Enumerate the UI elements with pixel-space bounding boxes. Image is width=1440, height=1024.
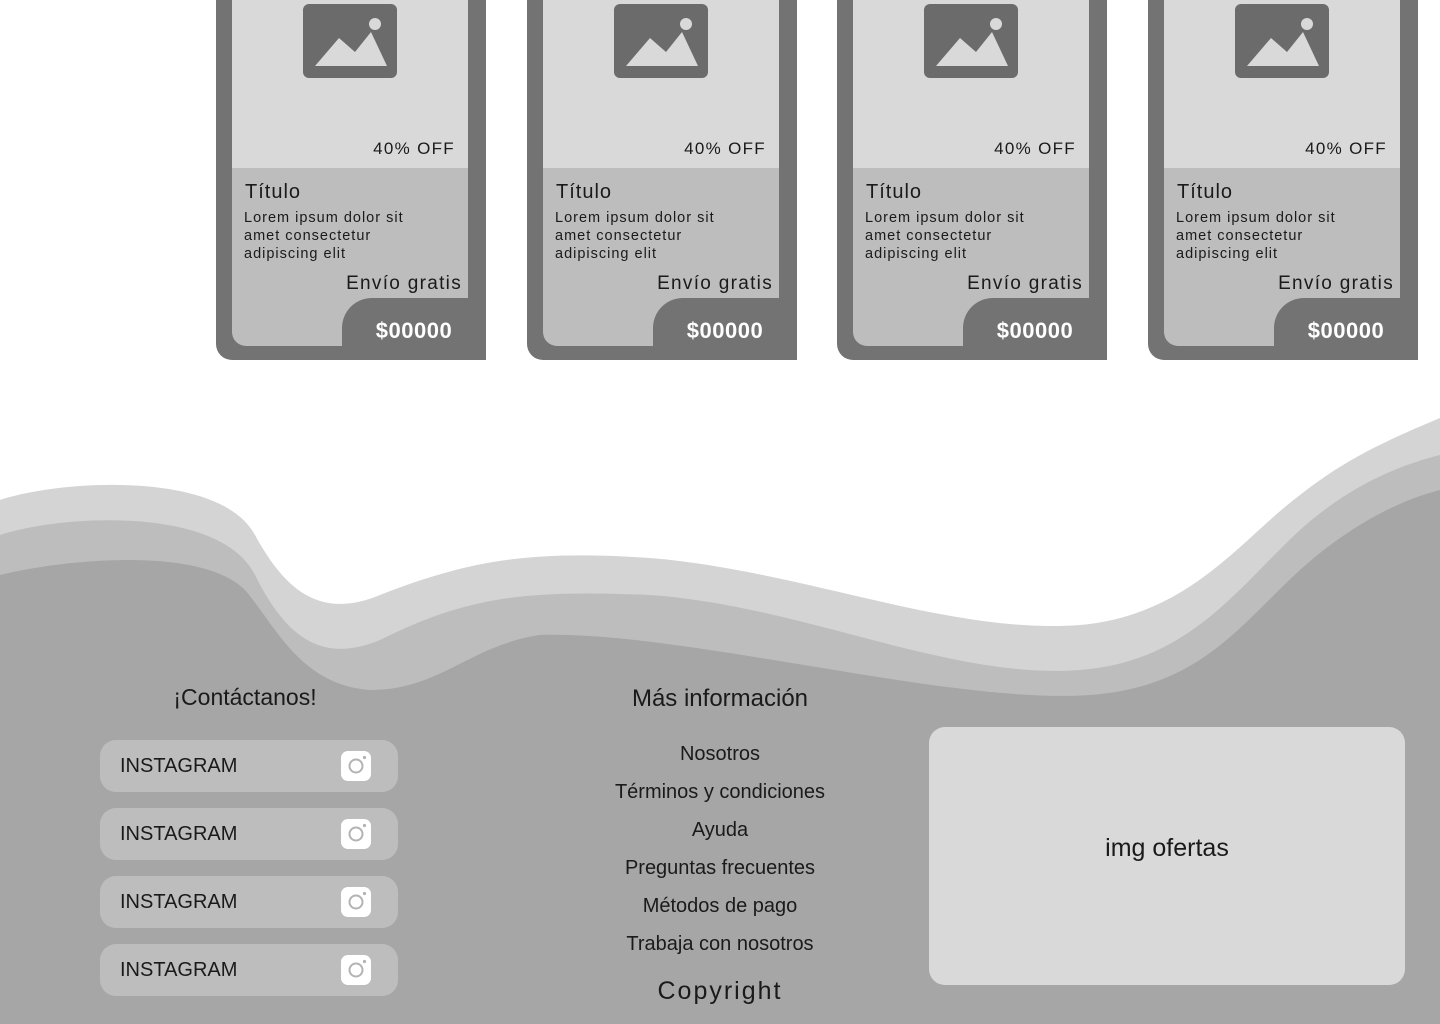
footer-link-terminos[interactable]: Términos y condiciones (570, 780, 870, 818)
instagram-button[interactable]: INSTAGRAM (100, 944, 398, 996)
social-list: INSTAGRAM INSTAGRAM INSTAGRAM INSTAGRAM (100, 740, 398, 1012)
copyright-text: Copyright (657, 977, 783, 1005)
instagram-button[interactable]: INSTAGRAM (100, 876, 398, 928)
footer-link-nosotros[interactable]: Nosotros (570, 742, 870, 780)
offers-image-placeholder[interactable]: img ofertas (929, 727, 1405, 985)
info-title: Más información (631, 685, 809, 712)
social-label: INSTAGRAM (120, 754, 238, 777)
social-label: INSTAGRAM (120, 890, 238, 913)
offers-label: img ofertas (1105, 833, 1229, 862)
social-label: INSTAGRAM (120, 822, 238, 845)
footer-link-metodos-pago[interactable]: Métodos de pago (570, 894, 870, 932)
footer-link-ayuda[interactable]: Ayuda (570, 818, 870, 856)
info-links: Nosotros Términos y condiciones Ayuda Pr… (570, 742, 870, 970)
instagram-button[interactable]: INSTAGRAM (100, 808, 398, 860)
contact-title: ¡Contáctanos! (173, 684, 317, 710)
instagram-icon (341, 751, 371, 781)
site-footer: ¡Contáctanos! INSTAGRAM INSTAGRAM INSTAG… (0, 0, 1440, 1024)
social-label: INSTAGRAM (120, 958, 238, 981)
instagram-button[interactable]: INSTAGRAM (100, 740, 398, 792)
footer-link-preguntas[interactable]: Preguntas frecuentes (570, 856, 870, 894)
instagram-icon (341, 955, 371, 985)
instagram-icon (341, 819, 371, 849)
footer-link-trabaja[interactable]: Trabaja con nosotros (570, 932, 870, 970)
instagram-icon (341, 887, 371, 917)
